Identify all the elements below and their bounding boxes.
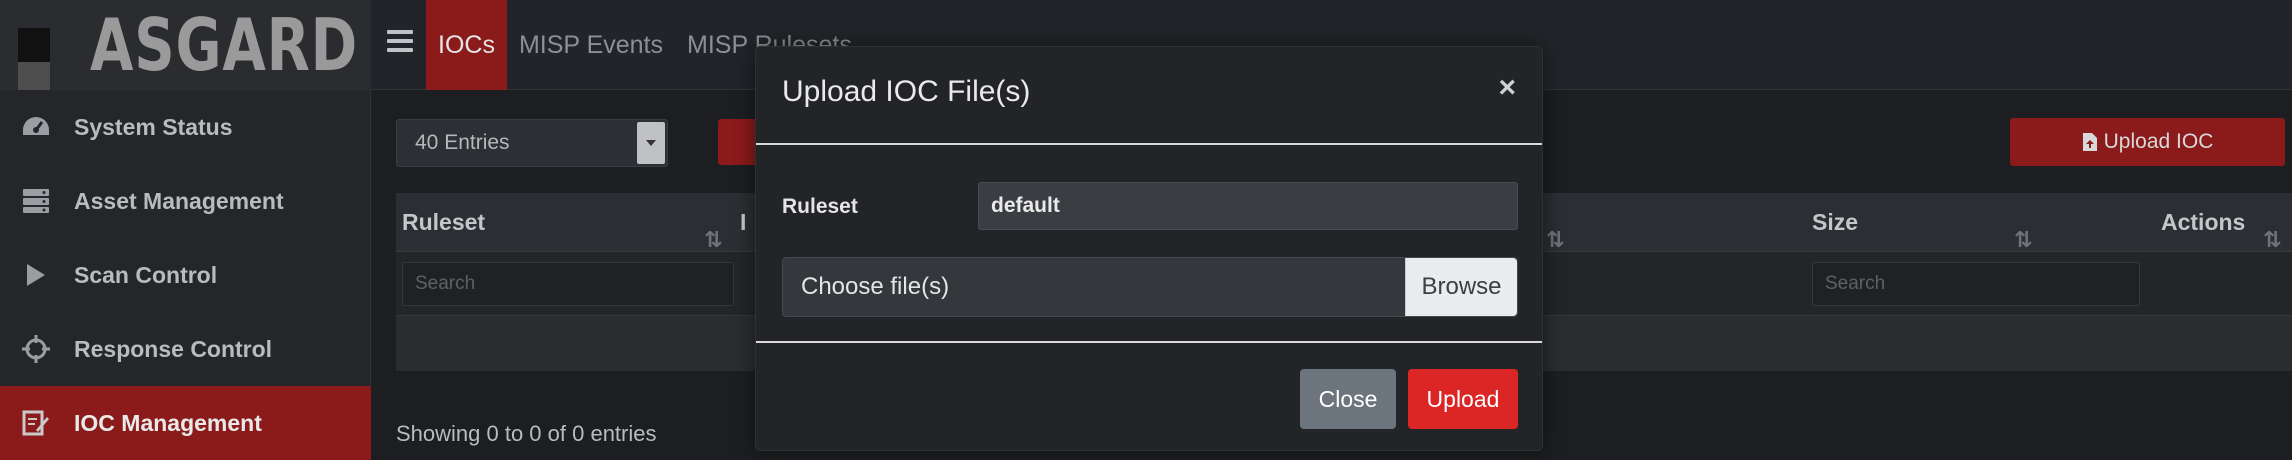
tab-misp-events[interactable]: MISP Events: [507, 0, 675, 90]
modal-header-divider: [756, 143, 1542, 145]
upload-ioc-label: Upload IOC: [2103, 130, 2214, 153]
ruleset-search-input[interactable]: Search: [402, 262, 734, 306]
sidebar-item-response-control[interactable]: Response Control: [0, 312, 371, 386]
file-chooser[interactable]: Choose file(s) Browse: [782, 257, 1518, 317]
file-chooser-placeholder: Choose file(s): [801, 273, 950, 300]
ruleset-input[interactable]: default: [978, 182, 1518, 230]
table-info: Showing 0 to 0 of 0 entries: [396, 421, 657, 446]
sidebar-item-label: Response Control: [74, 335, 273, 362]
app-root: ASGARD IOCs MISP Events MISP Rulesets Sy…: [0, 0, 2292, 460]
column-header-size[interactable]: Size ⇅: [1806, 193, 2042, 252]
sidebar-item-asset-management[interactable]: Asset Management: [0, 164, 371, 238]
dashboard-gauge-icon: [18, 109, 54, 145]
modal-title: Upload IOC File(s): [782, 75, 1031, 108]
hamburger-menu-icon[interactable]: [387, 30, 413, 52]
brand-name: ASGARD: [90, 3, 359, 87]
upload-ioc-modal: Upload IOC File(s) × Ruleset default Cho…: [755, 46, 1543, 451]
sidebar-item-label: Asset Management: [74, 187, 284, 214]
ruleset-label: Ruleset: [782, 195, 858, 218]
hidden-action-button[interactable]: [718, 119, 758, 165]
column-header-hidden[interactable]: ⇅: [1546, 193, 1564, 252]
server-stack-icon: [18, 183, 54, 219]
play-icon: [18, 257, 54, 293]
entries-select-value: 40 Entries: [415, 131, 510, 154]
sidebar-item-label: System Status: [74, 113, 233, 140]
sidebar: System Status Asset Management Scan Cont…: [0, 90, 371, 460]
modal-footer-divider: [756, 341, 1542, 343]
file-upload-icon: [2082, 133, 2097, 151]
column-header-actions[interactable]: Actions ⇅: [2155, 193, 2292, 252]
upload-button[interactable]: Upload: [1408, 369, 1518, 429]
close-button[interactable]: Close: [1300, 369, 1396, 429]
sidebar-item-ioc-management[interactable]: IOC Management: [0, 386, 371, 460]
sidebar-item-scan-control[interactable]: Scan Control: [0, 238, 371, 312]
sidebar-item-system-status[interactable]: System Status: [0, 90, 371, 164]
column-header-name[interactable]: I: [734, 193, 746, 251]
browse-button[interactable]: Browse: [1405, 258, 1517, 316]
crosshairs-icon: [18, 331, 54, 367]
size-search-input[interactable]: Search: [1812, 262, 2140, 306]
chevron-down-icon[interactable]: [637, 122, 665, 164]
tab-iocs[interactable]: IOCs: [426, 0, 507, 90]
sidebar-item-label: IOC Management: [74, 409, 262, 436]
close-icon[interactable]: ×: [1498, 71, 1516, 105]
brand[interactable]: ASGARD: [0, 0, 371, 90]
entries-per-page-select[interactable]: 40 Entries: [396, 119, 668, 167]
brand-logo: [18, 28, 50, 90]
column-header-ruleset[interactable]: Ruleset ⇅: [396, 193, 734, 252]
sidebar-item-label: Scan Control: [74, 261, 218, 288]
edit-file-icon: [18, 405, 54, 441]
upload-ioc-button[interactable]: Upload IOC: [2010, 118, 2285, 166]
